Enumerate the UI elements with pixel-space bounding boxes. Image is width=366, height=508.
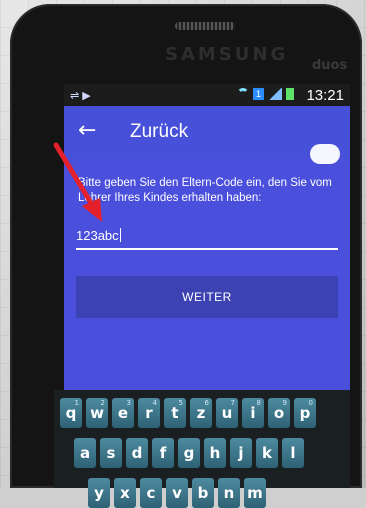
key-c[interactable]: c <box>140 478 162 508</box>
app-bar: ← Zurück <box>64 106 350 158</box>
key-number: 4 <box>152 399 157 407</box>
wifi-icon <box>237 88 249 100</box>
text-cursor <box>119 228 121 242</box>
model-label: duos <box>312 58 348 73</box>
status-bar: ⇌ ▶ 1 13:21 <box>64 84 350 106</box>
usb-icon: ⇌ ▶ <box>70 90 91 102</box>
signal-icon <box>268 88 282 100</box>
key-letter: i <box>250 404 256 422</box>
key-number: 0 <box>308 399 313 407</box>
key-x[interactable]: x <box>114 478 136 508</box>
key-number: 9 <box>282 399 287 407</box>
key-number: 7 <box>230 399 235 407</box>
key-number: 5 <box>178 399 183 407</box>
key-k[interactable]: k <box>256 438 278 468</box>
key-number: 8 <box>256 399 261 407</box>
key-n[interactable]: n <box>218 478 240 508</box>
weiter-button[interactable]: WEITER <box>76 276 338 318</box>
key-g[interactable]: g <box>178 438 200 468</box>
on-screen-keyboard: 1q 2w 3e 4r 5t 6z 7u 8i 9o 0p a s d f g … <box>54 390 350 508</box>
parent-code-input[interactable]: 123abc <box>76 224 338 250</box>
key-a[interactable]: a <box>74 438 96 468</box>
overlay-bubble <box>310 144 340 164</box>
key-l[interactable]: l <box>282 438 304 468</box>
key-u[interactable]: 7u <box>216 398 238 428</box>
key-number: 1 <box>74 399 79 407</box>
key-r[interactable]: 4r <box>138 398 160 428</box>
key-q[interactable]: 1q <box>60 398 82 428</box>
arrow-left-icon[interactable]: ← <box>78 118 96 143</box>
key-b[interactable]: b <box>192 478 214 508</box>
brand-logo: SAMSUNG <box>165 44 289 65</box>
key-z[interactable]: 6z <box>190 398 212 428</box>
status-icons: 1 <box>237 88 294 100</box>
key-s[interactable]: s <box>100 438 122 468</box>
back-label[interactable]: Zurück <box>130 121 188 143</box>
parent-code-value: 123abc <box>76 228 119 243</box>
keyboard-row-2: a s d f g h j k l <box>74 438 304 468</box>
clock: 13:21 <box>306 87 344 104</box>
keyboard-row-3: y x c v b n m <box>88 478 266 508</box>
key-w[interactable]: 2w <box>86 398 108 428</box>
key-h[interactable]: h <box>204 438 226 468</box>
key-v[interactable]: v <box>166 478 188 508</box>
key-o[interactable]: 9o <box>268 398 290 428</box>
key-p[interactable]: 0p <box>294 398 316 428</box>
key-i[interactable]: 8i <box>242 398 264 428</box>
key-e[interactable]: 3e <box>112 398 134 428</box>
key-y[interactable]: y <box>88 478 110 508</box>
key-number: 3 <box>126 399 131 407</box>
key-f[interactable]: f <box>152 438 174 468</box>
key-number: 6 <box>204 399 209 407</box>
key-m[interactable]: m <box>244 478 266 508</box>
battery-icon <box>286 88 294 100</box>
key-letter: t <box>171 404 179 422</box>
key-number: 2 <box>100 399 105 407</box>
keyboard-row-1: 1q 2w 3e 4r 5t 6z 7u 8i 9o 0p <box>60 398 316 428</box>
code-prompt: Bitte geben Sie den Eltern-Code ein, den… <box>78 177 332 204</box>
sim-icon: 1 <box>253 88 264 100</box>
earpiece-speaker <box>175 22 235 30</box>
key-d[interactable]: d <box>126 438 148 468</box>
key-j[interactable]: j <box>230 438 252 468</box>
key-t[interactable]: 5t <box>164 398 186 428</box>
